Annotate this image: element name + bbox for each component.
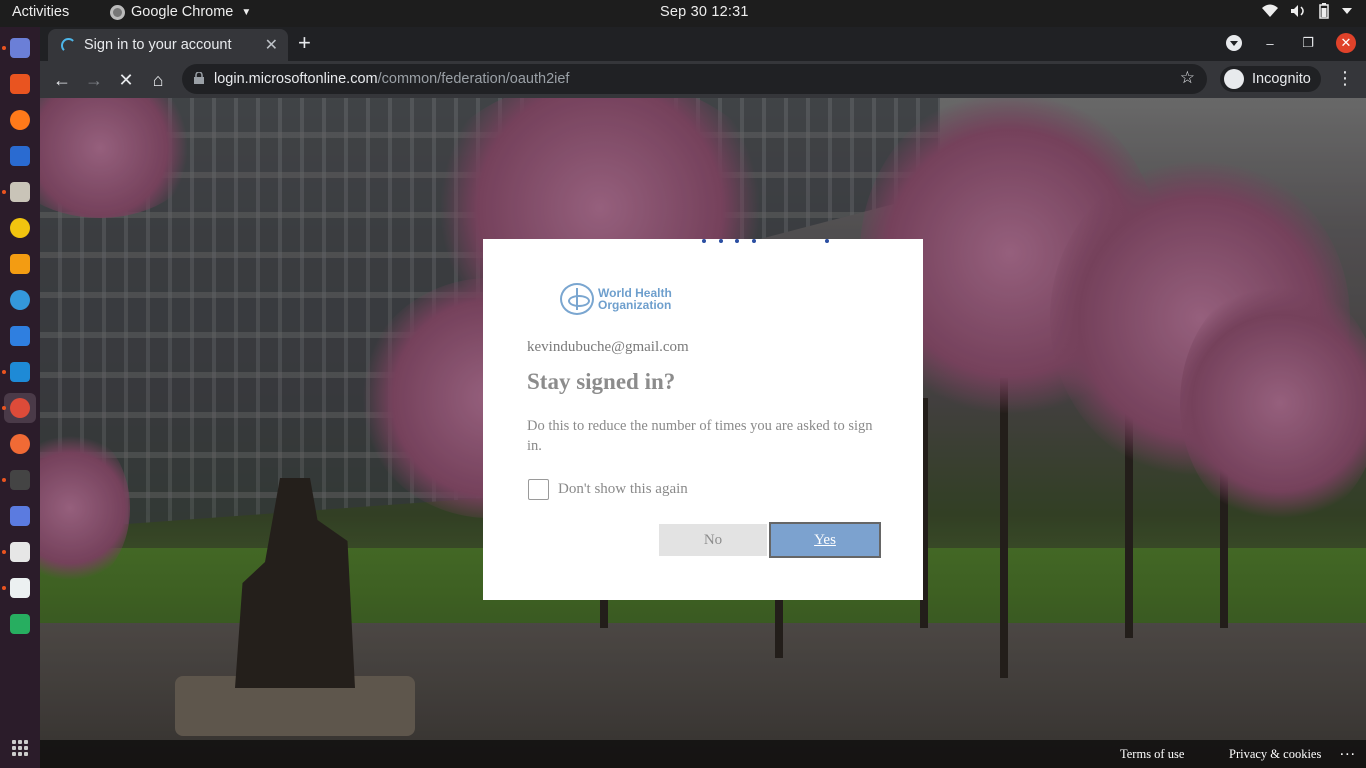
incognito-icon: [1224, 69, 1244, 89]
thunderbird-icon[interactable]: [10, 146, 30, 166]
checkbox-box[interactable]: [528, 479, 549, 500]
account-email: kevindubuche@gmail.com: [527, 339, 689, 355]
address-bar[interactable]: login.microsoftonline.com/common/federat…: [182, 64, 1207, 94]
tab-search-icon[interactable]: [1226, 35, 1242, 51]
running-indicator: [2, 190, 6, 194]
page-content: World Health Organization kevindubuche@g…: [40, 98, 1366, 768]
progress-dot: [752, 239, 756, 243]
progress-dot: [702, 239, 706, 243]
help-icon[interactable]: [10, 290, 30, 310]
minimize-button[interactable]: –: [1260, 36, 1280, 51]
stay-signed-in-dialog: World Health Organization kevindubuche@g…: [483, 239, 923, 600]
progress-dot: [735, 239, 739, 243]
running-indicator: [2, 406, 6, 410]
writer-icon[interactable]: [10, 326, 30, 346]
rhythmbox-icon[interactable]: [10, 218, 30, 238]
software-center-icon[interactable]: [10, 74, 30, 94]
url-text: login.microsoftonline.com/common/federat…: [214, 71, 569, 87]
app-menu[interactable]: Google Chrome ▼: [110, 4, 251, 20]
home-button[interactable]: ⌂: [146, 68, 170, 92]
activities-button[interactable]: Activities: [12, 4, 69, 20]
progress-dot: [825, 239, 829, 243]
no-button[interactable]: No: [659, 524, 767, 556]
caret-down-icon: ▼: [241, 6, 252, 18]
close-tab-icon[interactable]: ✕: [265, 35, 278, 55]
dialog-heading: Stay signed in?: [527, 369, 676, 394]
incognito-badge[interactable]: Incognito: [1220, 66, 1321, 92]
volume-icon: [1291, 5, 1304, 17]
sheets-icon[interactable]: [10, 614, 30, 634]
vscode-icon[interactable]: [10, 362, 30, 382]
vlc-icon[interactable]: [10, 254, 30, 274]
battery-icon: [1319, 3, 1329, 19]
new-tab-button[interactable]: +: [298, 30, 311, 56]
incognito-label: Incognito: [1252, 71, 1311, 87]
organization-logo: World Health Organization: [560, 283, 672, 315]
text-editor-icon[interactable]: [10, 578, 30, 598]
running-indicator: [2, 370, 6, 374]
forward-button[interactable]: →: [82, 68, 106, 92]
close-window-button[interactable]: ✕: [1336, 33, 1356, 53]
system-top-bar: Activities Google Chrome ▼ Sep 30 12:31: [0, 0, 1366, 27]
chrome-dock-icon[interactable]: [10, 398, 30, 418]
url-path: /common/federation/oauth2ief: [377, 71, 570, 87]
running-indicator: [2, 550, 6, 554]
screenshot-icon[interactable]: [10, 506, 30, 526]
tab-sign-in[interactable]: Sign in to your account ✕: [48, 29, 288, 61]
running-indicator: [2, 46, 6, 50]
dock-app-icon[interactable]: [10, 38, 30, 58]
organization-logo-text: World Health Organization: [598, 287, 672, 311]
terms-of-use-link[interactable]: Terms of use: [1120, 747, 1184, 762]
stop-loading-button[interactable]: ✕: [114, 68, 138, 92]
progress-dot: [719, 239, 723, 243]
files-icon[interactable]: [10, 182, 30, 202]
clock[interactable]: Sep 30 12:31: [660, 4, 749, 20]
more-options-button[interactable]: ...: [1340, 742, 1356, 760]
restore-button[interactable]: ❐: [1298, 35, 1318, 51]
chrome-icon: [110, 4, 125, 20]
firefox-icon[interactable]: [10, 110, 30, 130]
checkbox-label: Don't show this again: [558, 481, 688, 497]
browser-toolbar: ← → ✕ ⌂ login.microsoftonline.com/common…: [40, 61, 1366, 98]
privacy-cookies-link[interactable]: Privacy & cookies: [1229, 747, 1321, 762]
system-tray[interactable]: [1262, 3, 1352, 19]
app-menu-label: Google Chrome: [131, 4, 234, 20]
loading-spinner-icon: [61, 38, 76, 53]
back-button[interactable]: ←: [50, 68, 74, 92]
organization-logo-line2: Organization: [598, 298, 672, 312]
terminal-icon[interactable]: [10, 470, 30, 490]
running-indicator: [2, 586, 6, 590]
yes-button[interactable]: Yes: [769, 522, 881, 558]
running-indicator: [2, 478, 6, 482]
dialog-description: Do this to reduce the number of times yo…: [527, 418, 873, 454]
tab-title: Sign in to your account: [84, 37, 232, 53]
dont-show-again-checkbox[interactable]: Don't show this again: [528, 479, 688, 500]
browser-menu-button[interactable]: ⋮: [1336, 68, 1354, 89]
lock-icon: [194, 72, 204, 84]
url-host: login.microsoftonline.com: [214, 71, 378, 87]
document-icon[interactable]: [10, 542, 30, 562]
chevron-down-icon: [1342, 8, 1352, 14]
page-footer: Terms of use Privacy & cookies ...: [40, 740, 1366, 768]
window-controls: – ❐ ✕: [1226, 33, 1356, 53]
wifi-icon: [1262, 4, 1278, 17]
postman-icon[interactable]: [10, 434, 30, 454]
show-applications-icon[interactable]: [12, 740, 28, 756]
dock: [0, 27, 40, 768]
tab-strip: Sign in to your account ✕ + – ❐ ✕: [40, 27, 1366, 61]
bookmark-star-icon[interactable]: ☆: [1180, 68, 1195, 88]
who-emblem-icon: [560, 283, 594, 315]
